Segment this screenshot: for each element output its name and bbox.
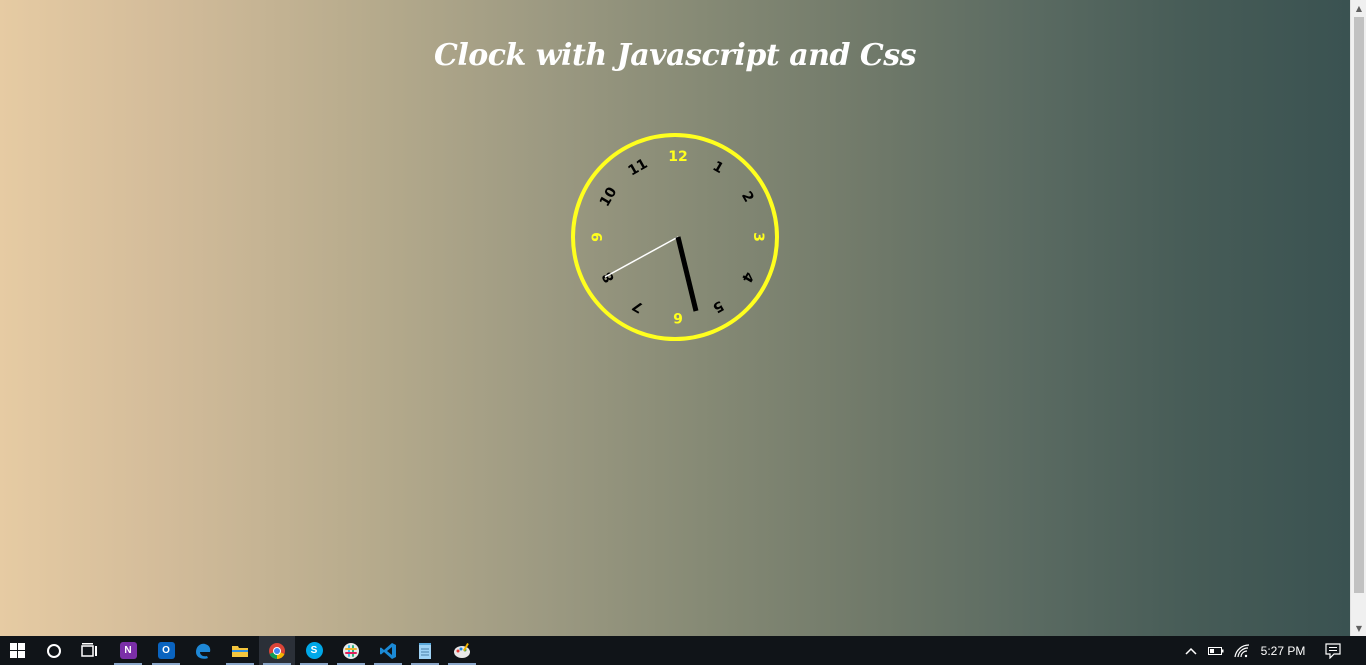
taskbar-notepad[interactable] xyxy=(407,636,443,665)
taskbar-time: 5:27 PM xyxy=(1260,643,1306,658)
scroll-down-arrow-icon[interactable]: ▼ xyxy=(1351,620,1366,636)
taskbar-onenote[interactable]: N xyxy=(110,636,146,665)
taskbar: N O S 5:27 PM xyxy=(0,636,1366,665)
taskbar-paint[interactable] xyxy=(444,636,480,665)
chevron-up-icon xyxy=(1185,647,1197,655)
taskbar-file-explorer[interactable] xyxy=(222,636,258,665)
vertical-scrollbar[interactable]: ▲ ▼ xyxy=(1350,0,1366,636)
cortana-icon xyxy=(47,643,61,658)
clock-number-9: 9 xyxy=(590,232,606,242)
paint-icon xyxy=(454,642,470,658)
browser-page: Clock with Javascript and Css 12 1 2 3 4 5 6 7 8… xyxy=(0,0,1350,636)
battery-status[interactable] xyxy=(1204,636,1228,665)
start-button[interactable] xyxy=(0,636,36,665)
windows-logo-icon xyxy=(10,642,25,658)
clock: 12 1 2 3 4 5 6 7 8 9 10 11 xyxy=(571,133,779,341)
clock-number-2: 2 xyxy=(738,189,757,205)
skype-icon: S xyxy=(305,642,323,659)
clock-number-4: 4 xyxy=(738,269,757,286)
clock-number-11: 11 xyxy=(626,156,651,180)
task-view-button[interactable] xyxy=(72,636,108,665)
clock-face: 121234567891011 xyxy=(590,149,766,325)
show-hidden-icons-button[interactable] xyxy=(1180,636,1202,665)
task-view-icon xyxy=(81,642,97,657)
system-clock[interactable]: 5:27 PM xyxy=(1256,636,1310,665)
clock-number-1: 1 xyxy=(710,158,726,177)
battery-icon xyxy=(1208,646,1224,655)
clock-number-10: 10 xyxy=(597,184,621,209)
vscode-icon xyxy=(380,642,396,659)
taskbar-skype[interactable]: S xyxy=(296,636,332,665)
clock-number-5: 5 xyxy=(710,297,726,316)
notepad-icon xyxy=(419,642,431,659)
action-center-button[interactable] xyxy=(1320,636,1346,665)
chrome-icon xyxy=(269,642,285,659)
taskbar-vscode[interactable] xyxy=(370,636,406,665)
taskbar-edge[interactable] xyxy=(185,636,221,665)
outlook-icon: O xyxy=(157,642,175,659)
wifi-icon xyxy=(1234,643,1250,657)
taskbar-outlook[interactable]: O xyxy=(148,636,184,665)
slack-icon xyxy=(343,642,359,659)
second-hand xyxy=(604,236,679,278)
clock-number-6: 6 xyxy=(673,309,683,325)
clock-number-7: 7 xyxy=(630,297,646,316)
page-title: Clock with Javascript and Css xyxy=(433,38,917,73)
file-explorer-icon xyxy=(232,645,248,657)
network-status[interactable] xyxy=(1230,636,1254,665)
clock-number-12: 12 xyxy=(668,149,687,165)
edge-icon xyxy=(196,643,211,659)
onenote-icon: N xyxy=(119,642,137,659)
cortana-button[interactable] xyxy=(36,636,72,665)
scroll-thumb[interactable] xyxy=(1354,17,1364,593)
notification-icon xyxy=(1325,642,1341,659)
clock-number-3: 3 xyxy=(750,232,766,242)
hour-hand xyxy=(675,236,699,312)
taskbar-slack[interactable] xyxy=(333,636,369,665)
scroll-up-arrow-icon[interactable]: ▲ xyxy=(1351,0,1366,16)
taskbar-chrome[interactable] xyxy=(259,636,295,665)
